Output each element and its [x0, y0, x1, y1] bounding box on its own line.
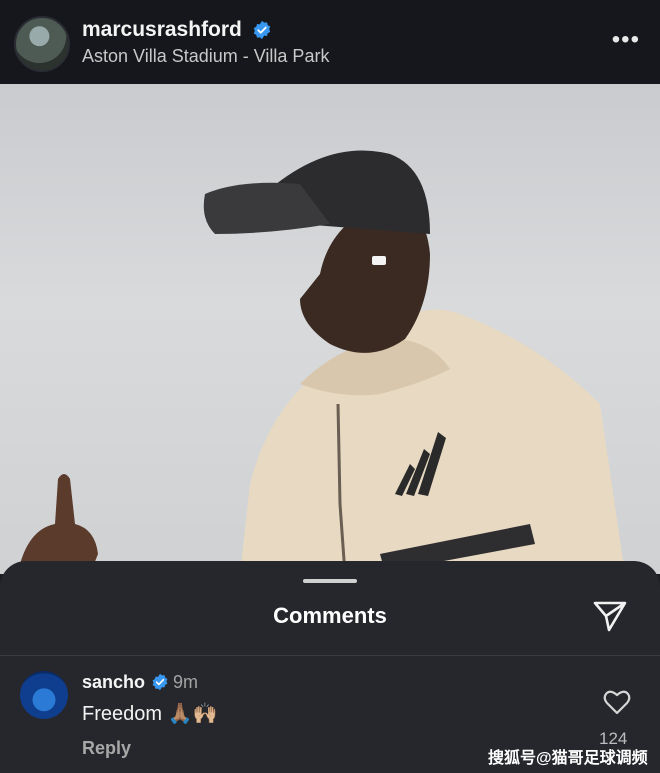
- post-header: marcusrashford Aston Villa Stadium - Vil…: [0, 0, 660, 84]
- watermark-text: 搜狐号@猫哥足球调频: [488, 750, 648, 767]
- sheet-drag-handle[interactable]: [303, 579, 357, 583]
- heart-outline-icon[interactable]: [603, 689, 631, 715]
- comment-username[interactable]: sancho: [82, 672, 145, 693]
- post-image-illustration: [18, 150, 625, 574]
- reply-button[interactable]: Reply: [82, 738, 131, 759]
- more-options-icon[interactable]: •••: [612, 26, 640, 54]
- comment-timestamp: 9m: [173, 672, 199, 692]
- post-photo[interactable]: [0, 84, 660, 574]
- divider: [0, 655, 660, 656]
- verified-badge-icon: [253, 20, 271, 40]
- comments-sheet: Comments sancho 9m Freedom 🙏🏽🙌🏼 Reply 12…: [0, 561, 660, 773]
- comment-text: Freedom 🙏🏽🙌🏼: [82, 703, 218, 725]
- post-location[interactable]: Aston Villa Stadium - Villa Park: [82, 46, 329, 67]
- comments-title: Comments: [273, 603, 387, 628]
- comment-avatar[interactable]: [20, 671, 68, 719]
- verified-badge-icon: [152, 673, 168, 691]
- profile-avatar[interactable]: [14, 16, 70, 72]
- post-username[interactable]: marcusrashford: [82, 18, 242, 42]
- send-icon[interactable]: [592, 599, 628, 633]
